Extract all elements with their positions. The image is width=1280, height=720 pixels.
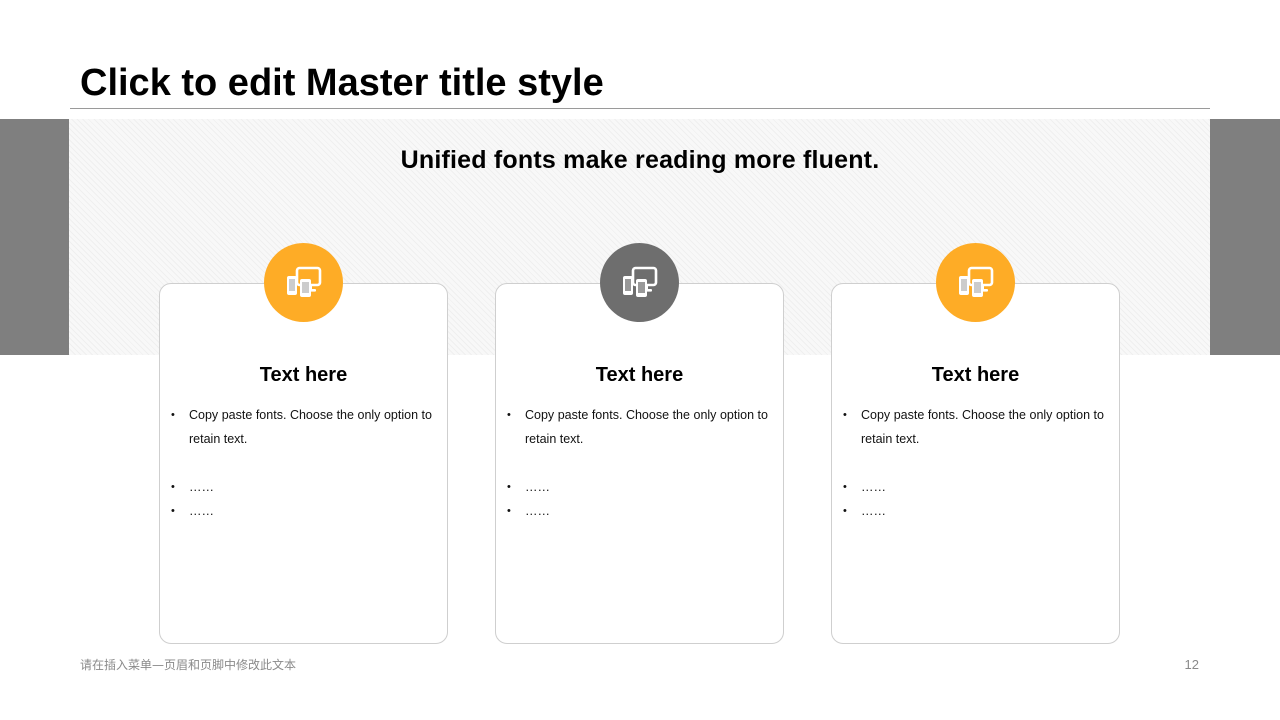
devices-icon (286, 266, 321, 297)
slide-subtitle: Unified fonts make reading more fluent. (400, 146, 880, 174)
card-bullet: …… (506, 499, 768, 523)
card-bullet: …… (842, 475, 1104, 499)
card-bullet: …… (170, 499, 432, 523)
card-title: Text here (595, 364, 684, 386)
card-title: Text here (259, 364, 348, 386)
card-bullet: Copy paste fonts. Choose the only option… (842, 403, 1104, 451)
card-bullet: …… (842, 499, 1104, 523)
page-number: 12 (1184, 657, 1199, 672)
devices-icon (958, 266, 993, 297)
devices-icon (622, 266, 657, 297)
card-bullet: …… (170, 475, 432, 499)
slide-title: Click to edit Master title style (80, 62, 604, 104)
card-bullet: …… (506, 475, 768, 499)
card-bullet-list: Copy paste fonts. Choose the only option… (170, 403, 432, 523)
card-icon-badge-2 (600, 243, 679, 322)
card-icon-badge-1 (264, 243, 343, 322)
card-bullet-list: Copy paste fonts. Choose the only option… (506, 403, 768, 523)
card-bullet-list: Copy paste fonts. Choose the only option… (842, 403, 1104, 523)
info-card-1: Text here Copy paste fonts. Choose the o… (159, 283, 448, 644)
footer-text: 请在插入菜单—页眉和页脚中修改此文本 (80, 658, 297, 672)
info-card-2: Text here Copy paste fonts. Choose the o… (495, 283, 784, 644)
card-bullet: Copy paste fonts. Choose the only option… (170, 403, 432, 451)
card-bullet: Copy paste fonts. Choose the only option… (506, 403, 768, 451)
info-card-3: Text here Copy paste fonts. Choose the o… (831, 283, 1120, 644)
card-title: Text here (931, 364, 1020, 386)
title-divider (70, 108, 1210, 109)
card-icon-badge-3 (936, 243, 1015, 322)
